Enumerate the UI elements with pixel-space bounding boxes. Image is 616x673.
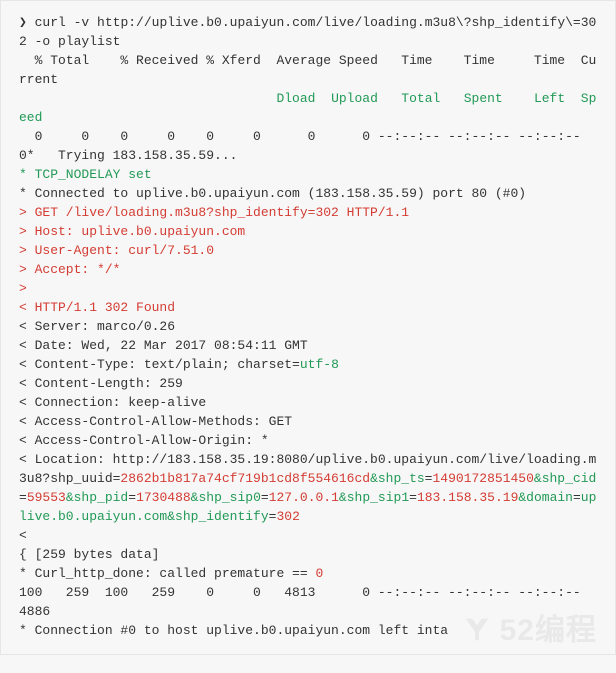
code-segment: = — [19, 490, 27, 505]
terminal-output-block: ❯ curl -v http://uplive.b0.upaiyun.com/l… — [0, 0, 616, 655]
code-segment: Total — [401, 91, 440, 106]
code-segment — [440, 91, 463, 106]
code-segment: > Host: uplive.b0.upaiyun.com — [19, 224, 245, 239]
code-segment: 2862b1b817a74cf719b1cd8f554616cd — [120, 471, 370, 486]
code-segment: = — [409, 490, 417, 505]
code-segment: &shp_identify — [167, 509, 268, 524]
code-segment: 100 259 100 259 0 0 4813 0 --:--:-- --:-… — [19, 585, 596, 638]
code-segment: > GET /live/loading.m3u8?shp_identify=30… — [19, 205, 409, 220]
code-segment: Upload — [331, 91, 378, 106]
code-segment — [503, 91, 534, 106]
code-segment: > Accept: */* — [19, 262, 120, 277]
code-segment: 127.0.0.1 — [269, 490, 339, 505]
code-segment: 183.158.35.19 — [417, 490, 518, 505]
code-segment: Spent — [464, 91, 503, 106]
code-segment: &shp_pid — [66, 490, 128, 505]
code-segment: 1490172851450 — [432, 471, 533, 486]
code-segment: utf-8 — [300, 357, 339, 372]
code-segment: &shp_sip0 — [191, 490, 261, 505]
code-segment: &shp_ts — [370, 471, 425, 486]
code-segment: * Connected to uplive.b0.upaiyun.com (18… — [19, 186, 526, 201]
code-segment — [315, 91, 331, 106]
code-segment: * TCP_NODELAY set — [19, 167, 152, 182]
code-segment: < { [259 bytes data] * Curl_http_done: c… — [19, 528, 315, 581]
code-segment: &domain — [518, 490, 573, 505]
code-segment: Left — [534, 91, 565, 106]
code-segment: 302 — [276, 509, 299, 524]
code-segment: < Content-Length: 259 < Connection: keep… — [19, 376, 596, 486]
code-segment: &shp_sip1 — [339, 490, 409, 505]
code-segment — [378, 91, 401, 106]
code-segment: Dload — [276, 91, 315, 106]
code-segment: 0 0 0 0 0 0 0 0 --:--:-- --:--:-- --:--:… — [19, 129, 616, 163]
code-segment: ❯ curl -v http://uplive.b0.upaiyun.com/l… — [19, 15, 596, 87]
code-segment: < Server: marco/0.26 < Date: Wed, 22 Mar… — [19, 319, 308, 372]
code-segment: = — [128, 490, 136, 505]
code-segment: 59553 — [27, 490, 66, 505]
code-segment: > User-Agent: curl/7.51.0 — [19, 243, 214, 258]
code-segment: = — [573, 490, 581, 505]
code-pre: ❯ curl -v http://uplive.b0.upaiyun.com/l… — [19, 13, 597, 640]
code-segment: &shp_cid — [534, 471, 596, 486]
code-segment: 1730488 — [136, 490, 191, 505]
code-segment: = — [261, 490, 269, 505]
code-segment: < HTTP/1.1 302 Found — [19, 300, 175, 315]
code-segment: > — [19, 281, 27, 296]
code-segment — [19, 91, 276, 106]
code-segment: 0 — [315, 566, 323, 581]
code-segment — [565, 91, 581, 106]
